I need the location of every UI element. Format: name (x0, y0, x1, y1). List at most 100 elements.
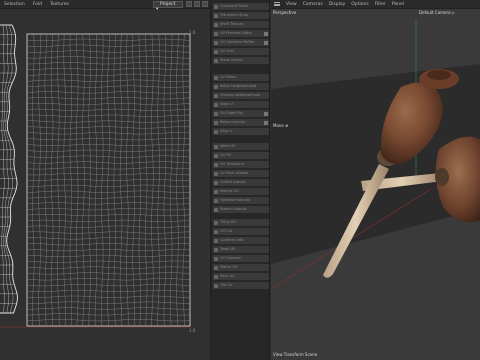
palette-item-label: UV Transform (220, 162, 245, 166)
checkbox-icon[interactable] (264, 120, 268, 125)
menu-options[interactable]: Options (348, 2, 371, 7)
palette-item[interactable]: Islands UV (213, 188, 269, 195)
palette-item-label: Tiling UV (220, 220, 236, 224)
uv-grid-line (26, 231, 191, 234)
hamburger-icon[interactable] (274, 2, 280, 6)
uv-grid-line (145, 33, 148, 327)
palette-item[interactable]: UV Edge Flip (213, 110, 269, 117)
palette-item[interactable]: Shelf Texture (213, 21, 269, 28)
uv-canvas[interactable] (0, 10, 210, 360)
tool-icon (214, 144, 218, 149)
viewport-scene[interactable] (271, 9, 480, 360)
tool-icon (214, 4, 218, 9)
settings-icon[interactable] (202, 1, 208, 7)
palette-item-label: Align U (220, 102, 233, 106)
tool-icon (214, 256, 218, 261)
tool-icon (214, 162, 218, 167)
menu-textures[interactable]: Textures (46, 2, 73, 7)
tool-icon (214, 207, 218, 212)
palette-item-label: Shelf Texture (220, 22, 244, 26)
palette-item[interactable]: UV Preview Editor (213, 30, 269, 37)
viewport-footer: View Transform Scene (273, 352, 318, 357)
palette-item-label: UV Grid (220, 49, 234, 53)
tool-icon (214, 220, 218, 225)
palette-item[interactable]: Transform Snap (213, 12, 269, 19)
palette-item-label: UV Pack Islands (220, 171, 249, 175)
uv-grid-line (26, 149, 191, 152)
palette-item[interactable]: Align V (213, 128, 269, 135)
uv-grid-line (38, 34, 41, 327)
uv-grid-line (26, 50, 191, 53)
palette-item-label: Clipboard Paste (220, 4, 249, 8)
palette-item-label: Stretch Islands (220, 207, 247, 211)
palette-item[interactable]: Unfold Islands (213, 179, 269, 186)
palette-item-label: UV Optimize Buffer (220, 40, 255, 44)
grid-icon[interactable] (186, 1, 192, 7)
palette-item[interactable]: UV Cut (213, 228, 269, 235)
checkbox-icon[interactable] (264, 40, 268, 45)
palette-item[interactable]: Relax Neighborhood (213, 83, 269, 90)
menu-display[interactable]: Display (326, 2, 349, 7)
palette-item-label: Relax Unwrap (220, 120, 245, 124)
palette-item[interactable]: Weld UV (213, 143, 269, 150)
palette-item-label: UV Preview Editor (220, 31, 252, 35)
palette-item[interactable]: Matrix UV (213, 264, 269, 271)
palette-item[interactable]: Relax Unwrap (213, 119, 269, 126)
tool-icon (214, 247, 218, 252)
palette-item[interactable]: UV Squares (213, 255, 269, 262)
palette-item[interactable]: Clipboard Paste (213, 3, 269, 10)
uv-grid-line (26, 126, 191, 129)
uv-grid-line (26, 44, 191, 47)
palette-item[interactable]: UV Grid (213, 48, 269, 55)
project-dropdown-value: Project (160, 2, 176, 7)
palette-item[interactable]: Pack UV (213, 273, 269, 280)
checkbox-icon[interactable] (264, 31, 268, 36)
palette-item[interactable]: Conform Edit (213, 237, 269, 244)
menu-panel[interactable]: Panel (389, 2, 407, 7)
uv-grid-line (26, 68, 191, 70)
menu-cameras[interactable]: Cameras (300, 2, 326, 7)
palette-item[interactable]: Show Seams (213, 57, 269, 64)
tool-icon (214, 58, 218, 63)
checker-icon[interactable] (194, 1, 200, 7)
palette-item[interactable]: Unwrap Neighborhood (213, 92, 269, 99)
uv-grid-line (138, 34, 141, 327)
uv-toolbar-icons (186, 1, 208, 7)
palette-item-label: Matrix UV (220, 265, 238, 269)
palette-item[interactable]: UV Transform (213, 161, 269, 168)
tool-palette: Clipboard Paste Transform Snap Shelf Textu… (210, 0, 270, 360)
palette-item[interactable]: UV Relax (213, 74, 269, 81)
uv-grid-line (26, 132, 191, 135)
palette-item[interactable]: UV Pack Islands (213, 170, 269, 177)
palette-item[interactable]: UV Fix (213, 152, 269, 159)
checkbox-icon[interactable] (264, 111, 268, 116)
uv-tick-bottom: 1.0 (189, 328, 196, 333)
tool-icon (214, 13, 218, 18)
pod-crown-top (427, 70, 451, 80)
menu-filter[interactable]: Filter (372, 2, 389, 7)
menu-selection[interactable]: Selection (0, 2, 29, 7)
tool-icon (214, 229, 218, 234)
palette-item[interactable]: UV Optimize Buffer (213, 39, 269, 46)
default-camera-label[interactable]: Default Camera ▷ (419, 10, 455, 15)
viewport-menubar: View Cameras Display Options Filter Pane… (271, 0, 480, 9)
menu-view[interactable]: View (283, 2, 300, 7)
tool-icon (214, 31, 218, 36)
palette-item[interactable]: Align U (213, 101, 269, 108)
project-dropdown[interactable]: Project ▾ (153, 1, 183, 12)
palette-item[interactable]: Optimize Islands (213, 197, 269, 204)
move-label[interactable]: Move ⊕ (273, 123, 288, 128)
tool-icon (214, 102, 218, 107)
uv-grid-line (94, 33, 98, 327)
palette-item[interactable]: Tile UV (213, 282, 269, 289)
uv-grid-line (57, 33, 60, 326)
uv-grid-line (26, 319, 191, 322)
uv-grid-line (26, 208, 191, 211)
palette-item[interactable]: Tiling UV (213, 219, 269, 226)
palette-item[interactable]: Texel UV (213, 246, 269, 253)
palette-item-label: Islands UV (220, 189, 239, 193)
palette-item[interactable]: Stretch Islands (213, 206, 269, 213)
uv-grid-line (82, 33, 85, 327)
3d-viewport[interactable]: View Cameras Display Options Filter Pane… (271, 0, 480, 360)
menu-fold[interactable]: Fold (29, 2, 46, 7)
